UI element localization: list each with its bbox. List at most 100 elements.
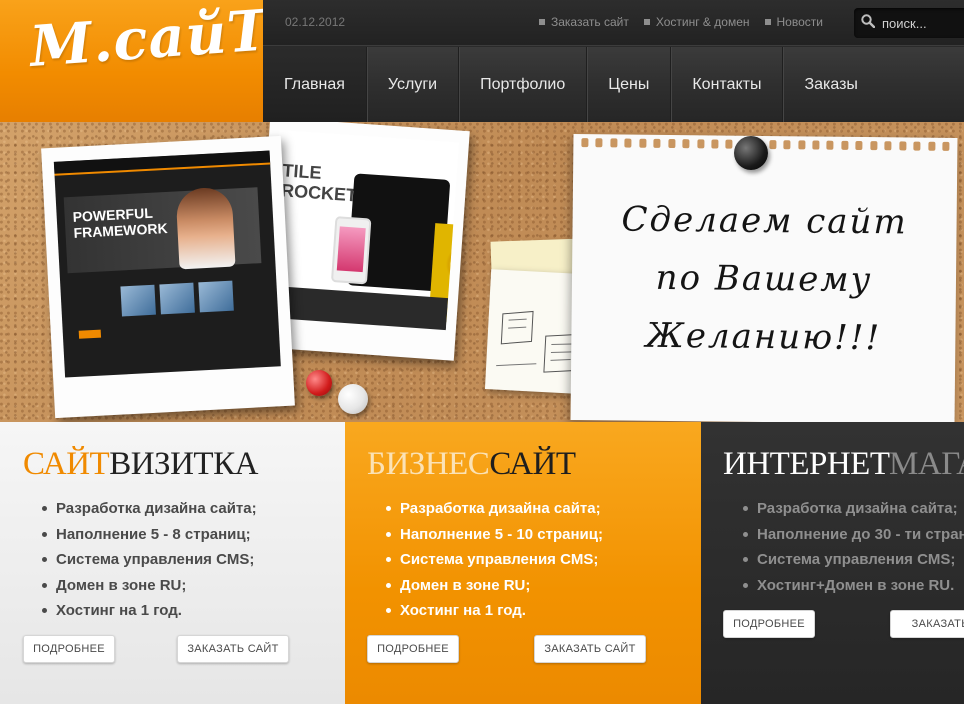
feature-text: Хостинг на 1 год. — [400, 602, 526, 619]
screenshot-nav-bar — [53, 150, 271, 176]
site-screenshot-tile-rocket: TILE ROCKET — [266, 129, 459, 331]
square-bullet-icon — [643, 19, 650, 25]
feature-text: Наполнение 5 - 8 страниц; — [56, 525, 251, 543]
nav-item-home[interactable]: Главная — [263, 47, 367, 122]
note-line: Желанию!!! — [645, 315, 882, 359]
nav-item-services[interactable]: Услуги — [367, 47, 460, 122]
bullet-icon — [386, 531, 391, 537]
search-icon[interactable] — [861, 13, 876, 33]
note-line: Сделаем сайт — [621, 199, 908, 243]
more-button[interactable]: ПОДРОБНЕЕ — [23, 635, 115, 663]
hero-banner: TILE ROCKET POWERFUL FRAMEWORK Сделаем с… — [0, 122, 964, 422]
feature-text: Домен в зоне RU; — [56, 576, 187, 594]
nav-item-contacts[interactable]: Контакты — [671, 47, 784, 122]
package-title: ИНТЕРНЕТМАГА — [723, 446, 964, 483]
bullet-icon — [743, 582, 748, 588]
list-item: Наполнение 5 - 10 страниц; — [386, 522, 603, 548]
logo-text: M.caйT — [27, 0, 263, 80]
order-site-button[interactable]: ЗАКАЗАТЬ С — [890, 610, 964, 638]
red-pushpin-icon — [306, 370, 332, 396]
order-site-button[interactable]: ЗАКАЗАТЬ САЙТ — [177, 635, 289, 663]
list-item: Система управления CMS; — [42, 547, 257, 573]
bullet-icon — [386, 608, 391, 614]
bullet-icon — [743, 557, 748, 563]
woman-photo — [175, 186, 236, 270]
package-features: Разработка дизайна сайта; Наполнение 5 -… — [42, 496, 257, 624]
bullet-icon — [386, 557, 391, 563]
nav-item-prices[interactable]: Цены — [587, 47, 672, 122]
note-text: Сделаем сайт по Вашему Желанию!!! — [571, 190, 957, 368]
package-title: САЙТВИЗИТКА — [23, 446, 258, 483]
square-bullet-icon — [764, 19, 771, 25]
package-title-main: ВИЗИТКА — [109, 446, 258, 482]
feature-text: Наполнение 5 - 10 страниц; — [400, 525, 603, 543]
nav-item-orders[interactable]: Заказы — [783, 47, 878, 122]
screenshot-heading: TILE ROCKET — [281, 160, 360, 205]
feature-text: Разработка дизайна сайта; — [400, 500, 601, 517]
list-item: Хостинг+Домен в зоне RU. — [743, 573, 964, 599]
bullet-icon — [42, 557, 47, 563]
list-item: Наполнение 5 - 8 страниц; — [42, 522, 257, 548]
list-item: Система управления CMS; — [743, 547, 964, 573]
package-title-accent: САЙТ — [23, 446, 110, 482]
list-item: Наполнение до 30 - ти страни — [743, 522, 964, 548]
package-title-accent: ИНТЕРНЕТ — [723, 446, 890, 482]
site-logo[interactable]: M.caйT — [0, 0, 263, 122]
bullet-icon — [386, 582, 391, 588]
top-link-label: Хостинг & домен — [655, 15, 750, 29]
top-bar: 02.12.2012 Заказать сайт Хостинг & домен… — [263, 0, 964, 46]
feature-text: Наполнение до 30 - ти страни — [757, 525, 964, 543]
feature-text: Система управления CMS; — [757, 551, 956, 568]
search-input[interactable] — [882, 15, 962, 31]
thumbnail — [159, 282, 195, 315]
list-item: Хостинг на 1 год. — [42, 598, 257, 624]
current-date: 02.12.2012 — [285, 15, 346, 29]
list-item: Домен в зоне RU; — [42, 573, 257, 599]
feature-text: Домен в зоне RU; — [400, 576, 531, 594]
more-button[interactable]: ПОДРОБНЕЕ — [367, 635, 459, 663]
top-link-label: Новости — [776, 15, 823, 29]
top-link-order-site[interactable]: Заказать сайт — [539, 15, 629, 29]
top-link-news[interactable]: Новости — [764, 15, 823, 29]
phone-image — [330, 216, 372, 285]
package-features: Разработка дизайна сайта; Наполнение 5 -… — [386, 496, 603, 624]
list-item: Домен в зоне RU; — [386, 573, 603, 599]
list-item: Разработка дизайна сайта; — [42, 496, 257, 522]
list-item: Хостинг на 1 год. — [386, 598, 603, 624]
bullet-icon — [42, 531, 47, 537]
bullet-icon — [743, 506, 748, 512]
top-links: Заказать сайт Хостинг & домен Новости — [539, 15, 823, 29]
phone-screen — [336, 226, 366, 273]
more-button[interactable]: ПОДРОБНЕЕ — [723, 610, 815, 638]
feature-text: Хостинг на 1 год. — [56, 602, 182, 619]
feature-text: Разработка дизайна сайта; — [757, 500, 958, 517]
square-bullet-icon — [539, 19, 545, 25]
site-screenshot-framework: POWERFUL FRAMEWORK — [53, 150, 281, 378]
white-pushpin-icon — [338, 384, 368, 414]
nav-item-portfolio[interactable]: Портфолио — [459, 47, 588, 122]
feature-text: Разработка дизайна сайта; — [56, 500, 257, 517]
screenshot-heading-line: ROCKET — [280, 180, 358, 206]
package-title-accent: БИЗНЕС — [367, 446, 490, 482]
feature-text: Хостинг+Домен в зоне RU. — [757, 576, 955, 594]
note-line: по Вашему — [655, 257, 873, 301]
polaroid-screenshot-1: POWERFUL FRAMEWORK — [41, 135, 295, 419]
feature-text: Система управления CMS; — [56, 551, 255, 568]
list-item: Разработка дизайна сайта; — [743, 496, 964, 522]
package-card-online-store: ИНТЕРНЕТМАГА Разработка дизайна сайта; Н… — [701, 422, 964, 704]
top-link-hosting[interactable]: Хостинг & домен — [643, 15, 750, 29]
package-features: Разработка дизайна сайта; Наполнение до … — [743, 496, 964, 598]
bullet-icon — [743, 531, 748, 537]
package-title: БИЗНЕССАЙТ — [367, 446, 576, 483]
order-site-button[interactable]: ЗАКАЗАТЬ САЙТ — [534, 635, 646, 663]
package-title-main: САЙТ — [489, 446, 576, 482]
thumbnail — [120, 284, 156, 317]
feature-text: Система управления CMS; — [400, 551, 599, 568]
thumbnail — [198, 280, 234, 313]
list-item: Разработка дизайна сайта; — [386, 496, 603, 522]
bullet-icon — [42, 608, 47, 614]
bullet-icon — [42, 506, 47, 512]
package-title-main: МАГА — [889, 446, 964, 482]
bullet-icon — [42, 582, 47, 588]
packages-section: САЙТВИЗИТКА Разработка дизайна сайта; На… — [0, 422, 964, 704]
